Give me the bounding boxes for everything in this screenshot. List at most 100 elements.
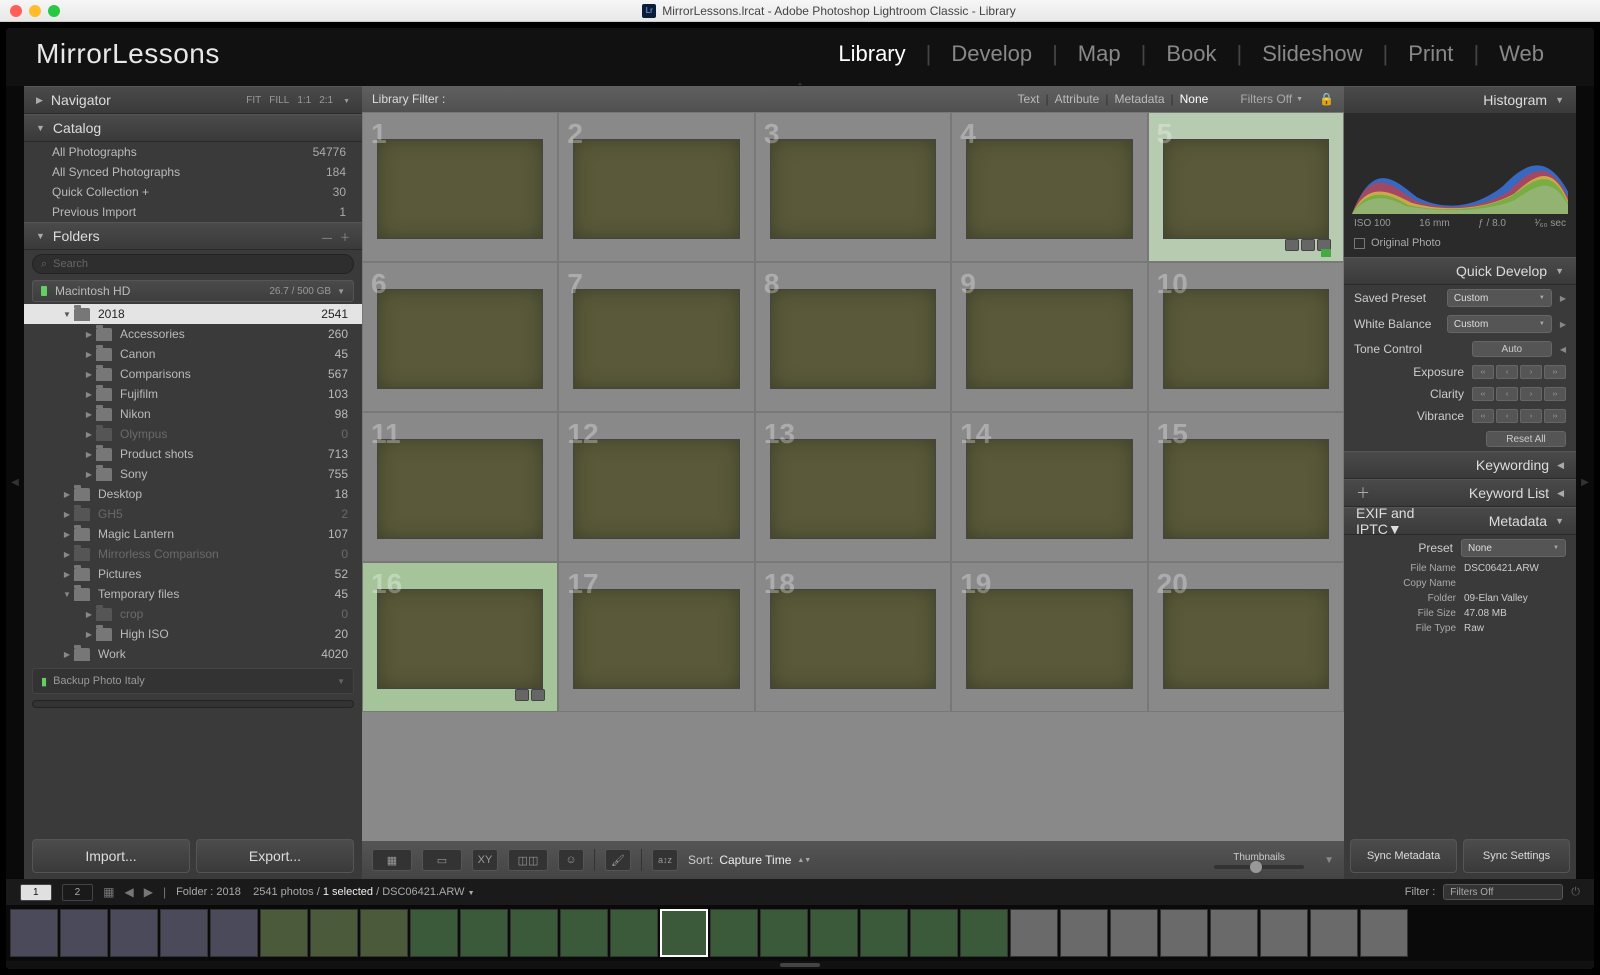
white-balance-dropdown[interactable]: Custom▼ <box>1447 315 1552 333</box>
volume-bar[interactable]: Macintosh HD 26.7 / 500 GB▼ <box>32 280 354 302</box>
compare-view-icon[interactable]: XY <box>472 849 498 871</box>
filmstrip-thumb[interactable] <box>210 909 258 957</box>
chevron-left-icon[interactable]: ◀ <box>1560 345 1566 354</box>
filters-off-dropdown[interactable]: Filters Off▼ <box>1240 92 1303 106</box>
folder-row[interactable]: ▶Sony755 <box>24 464 362 484</box>
filmstrip-thumb[interactable] <box>260 909 308 957</box>
folder-row[interactable]: ▶Nikon98 <box>24 404 362 424</box>
grid-cell[interactable]: 17 <box>558 562 754 712</box>
module-map[interactable]: Map <box>1058 41 1141 67</box>
filmstrip-thumb[interactable] <box>460 909 508 957</box>
grid-cell[interactable]: 10 <box>1148 262 1344 412</box>
catalog-item[interactable]: All Synced Photographs184 <box>24 162 362 182</box>
sort-menu[interactable]: Sort:Capture Time▲▼ <box>688 853 811 867</box>
grid-cell[interactable]: 5 <box>1148 112 1344 262</box>
sort-direction-icon[interactable]: a↕z <box>652 849 678 871</box>
filmstrip-thumb[interactable] <box>760 909 808 957</box>
grid-cell[interactable]: 14 <box>951 412 1147 562</box>
module-book[interactable]: Book <box>1146 41 1236 67</box>
filmstrip-thumb[interactable] <box>1310 909 1358 957</box>
window-tab-1[interactable]: 1 <box>20 884 52 901</box>
filmstrip-thumb[interactable] <box>360 909 408 957</box>
import-button[interactable]: Import... <box>32 839 190 873</box>
filmstrip-thumb[interactable] <box>310 909 358 957</box>
folder-row[interactable]: ▶Canon45 <box>24 344 362 364</box>
loupe-view-icon[interactable]: ▭ <box>422 849 462 871</box>
folder-row[interactable]: ▶Work4020 <box>24 644 362 664</box>
left-edge-handle[interactable] <box>6 86 24 879</box>
sync-settings-button[interactable]: Sync Settings <box>1463 839 1570 873</box>
module-develop[interactable]: Develop <box>931 41 1052 67</box>
filmstrip-thumb[interactable] <box>1060 909 1108 957</box>
grid-cell[interactable]: 13 <box>755 412 951 562</box>
filmstrip-thumb[interactable] <box>1110 909 1158 957</box>
folder-row[interactable]: ▶Pictures52 <box>24 564 362 584</box>
folder-row[interactable]: ▶Desktop18 <box>24 484 362 504</box>
filmstrip-thumb[interactable] <box>810 909 858 957</box>
folder-row[interactable]: ▶Product shots713 <box>24 444 362 464</box>
auto-tone-button[interactable]: Auto <box>1472 341 1552 357</box>
filmstrip-thumb[interactable] <box>60 909 108 957</box>
filmstrip-thumb[interactable] <box>1360 909 1408 957</box>
filmstrip-thumb[interactable] <box>860 909 908 957</box>
filmstrip-filter-dropdown[interactable]: Filters Off <box>1443 884 1563 900</box>
grid-cell[interactable]: 1 <box>362 112 558 262</box>
grid-cell[interactable]: 18 <box>755 562 951 712</box>
grid-cell[interactable]: 16 <box>362 562 558 712</box>
filmstrip-thumb[interactable] <box>1010 909 1058 957</box>
folder-row[interactable]: ▶GH52 <box>24 504 362 524</box>
grid-cell[interactable]: 19 <box>951 562 1147 712</box>
nav-opt-FIT[interactable]: FIT <box>246 95 261 106</box>
filmstrip-thumb[interactable] <box>1160 909 1208 957</box>
filmstrip-thumb[interactable] <box>110 909 158 957</box>
plus-icon[interactable]: ＋ <box>1356 483 1370 503</box>
folders-header[interactable]: ▼ Folders —＋ <box>24 222 362 250</box>
filmstrip-thumb[interactable] <box>560 909 608 957</box>
grid-cell[interactable]: 4 <box>951 112 1147 262</box>
grid-view-icon[interactable]: ▦ <box>372 849 412 871</box>
filmstrip-thumb[interactable] <box>510 909 558 957</box>
catalog-item[interactable]: All Photographs54776 <box>24 142 362 162</box>
scroll-track[interactable] <box>32 700 354 708</box>
filter-none[interactable]: None <box>1180 92 1209 106</box>
filmstrip-thumb[interactable] <box>1210 909 1258 957</box>
reset-all-button[interactable]: Reset All <box>1486 431 1566 447</box>
filmstrip-thumb[interactable] <box>410 909 458 957</box>
grid-cell[interactable]: 15 <box>1148 412 1344 562</box>
grid-cell[interactable]: 12 <box>558 412 754 562</box>
folder-row[interactable]: ▶Magic Lantern107 <box>24 524 362 544</box>
grid-cell[interactable]: 6 <box>362 262 558 412</box>
metadata-mode-dropdown[interactable]: EXIF and IPTC▼ <box>1356 505 1446 537</box>
chevron-right-icon[interactable]: ▶ <box>1560 320 1566 329</box>
nav-opt-1:1[interactable]: 1:1 <box>297 95 311 106</box>
folder-row[interactable]: ▶Comparisons567 <box>24 364 362 384</box>
folder-row[interactable]: ▼20182541 <box>24 304 362 324</box>
filter-attribute[interactable]: Attribute <box>1055 92 1100 106</box>
histogram-header[interactable]: Histogram▼ <box>1344 86 1576 114</box>
catalog-item[interactable]: Quick Collection +30 <box>24 182 362 202</box>
filmstrip-thumb[interactable] <box>610 909 658 957</box>
back-icon[interactable]: ◀ <box>124 885 133 899</box>
filmstrip-thumb[interactable] <box>10 909 58 957</box>
module-library[interactable]: Library <box>818 41 925 67</box>
grid-cell[interactable]: 11 <box>362 412 558 562</box>
folder-row[interactable]: ▶Olympus0 <box>24 424 362 444</box>
window-controls[interactable] <box>10 5 60 17</box>
filmstrip-thumb[interactable] <box>660 909 708 957</box>
grid-cell[interactable]: 20 <box>1148 562 1344 712</box>
folder-search[interactable]: ⌕Search <box>32 254 354 274</box>
module-slideshow[interactable]: Slideshow <box>1242 41 1382 67</box>
folder-row[interactable]: ▶crop0 <box>24 604 362 624</box>
filter-switch-icon[interactable]: ⏻ <box>1571 886 1580 899</box>
nav-opt-2:1[interactable]: 2:1 <box>319 95 333 106</box>
grid-cell[interactable]: 7 <box>558 262 754 412</box>
grid-icon[interactable]: ▦ <box>103 885 114 899</box>
folder-row[interactable]: ▶Fujifilm103 <box>24 384 362 404</box>
lock-icon[interactable]: 🔒 <box>1319 92 1334 106</box>
people-view-icon[interactable]: ☺ <box>558 849 584 871</box>
saved-preset-dropdown[interactable]: Custom▼ <box>1447 289 1552 307</box>
sync-metadata-button[interactable]: Sync Metadata <box>1350 839 1457 873</box>
window-tab-2[interactable]: 2 <box>62 884 94 901</box>
keywording-header[interactable]: Keywording◀ <box>1344 451 1576 479</box>
module-picker[interactable]: Library|Develop|Map|Book|Slideshow|Print… <box>818 41 1564 67</box>
